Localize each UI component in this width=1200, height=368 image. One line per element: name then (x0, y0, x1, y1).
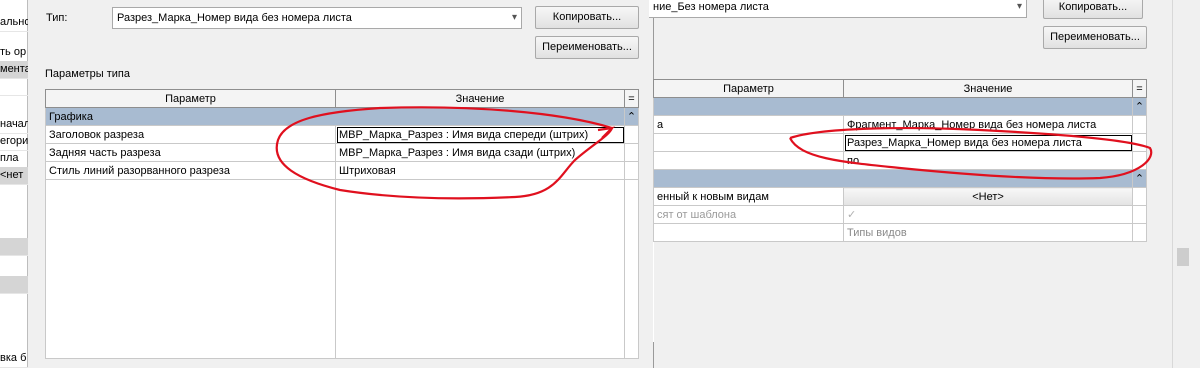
rename-button[interactable]: Переименовать... (1043, 26, 1147, 49)
table-row: а Фрагмент_Марка_Номер вида без номера л… (653, 115, 1147, 134)
param-value[interactable]: МВР_Марка_Разрез : Имя вида сзади (штрих… (335, 143, 625, 162)
list-item: егори (0, 133, 28, 151)
table-row: Стиль линий разорванного разреза Штрихов… (45, 161, 639, 180)
list-item: пла (0, 150, 28, 168)
param-value[interactable]: по (843, 151, 1133, 170)
list-item: начал (0, 116, 28, 134)
table-row: Заголовок разреза МВР_Марка_Разрез : Имя… (45, 125, 639, 144)
type-select-value: ние_Без номера листа (653, 1, 769, 13)
param-value[interactable]: Фрагмент_Марка_Номер вида без номера лис… (843, 115, 1133, 134)
column-header-value[interactable]: Значение (843, 79, 1133, 98)
background-type-properties-window: ние_Без номера листа ▾ Копировать... Пер… (649, 0, 1200, 368)
param-name: сят от шаблона (653, 205, 844, 224)
group-row[interactable]: ⌃ (653, 97, 1147, 116)
column-header-value[interactable]: Значение (335, 89, 625, 108)
list-item: вка б (0, 350, 28, 368)
param-name: Заголовок разреза (45, 125, 336, 144)
group-row-graphics[interactable]: Графика ⌃ (45, 107, 639, 126)
param-name (653, 133, 844, 152)
type-select[interactable]: ние_Без номера листа ▾ (649, 0, 1027, 18)
table-row: сят от шаблона ✓ (653, 205, 1147, 224)
chevron-down-icon[interactable]: ▾ (512, 8, 517, 28)
rename-button[interactable]: Переименовать... (535, 36, 639, 59)
type-parameters-table: Параметр Значение = Графика ⌃ Заголовок … (45, 89, 639, 359)
list-item: ть ор (0, 44, 28, 62)
collapse-icon[interactable]: ⌃ (624, 107, 639, 126)
param-name: Задняя часть разреза (45, 143, 336, 162)
formula-cell[interactable] (1132, 115, 1147, 134)
group-row[interactable]: ⌃ (653, 169, 1147, 188)
column-header-equals[interactable]: = (1132, 79, 1147, 98)
table-row: енный к новым видам <Нет> (653, 187, 1147, 206)
scrollbar[interactable] (1172, 0, 1200, 368)
column-header-equals[interactable]: = (624, 89, 639, 108)
table-row: Задняя часть разреза МВР_Марка_Разрез : … (45, 143, 639, 162)
list-item (0, 78, 28, 96)
list-item: <нет (0, 167, 28, 185)
copy-button[interactable]: Копировать... (535, 6, 639, 29)
formula-cell[interactable] (624, 161, 639, 180)
list-item (0, 276, 28, 294)
scrollbar-thumb[interactable] (1177, 248, 1189, 266)
column-header-parameter[interactable]: Параметр (45, 89, 336, 108)
formula-cell[interactable] (624, 143, 639, 162)
list-item: ально (0, 14, 28, 32)
param-value-input[interactable]: МВР_Марка_Разрез : Имя вида спереди (штр… (335, 125, 625, 144)
table-row: Разрез_Марка_Номер вида без номера листа (653, 133, 1147, 152)
view-template-button[interactable]: <Нет> (843, 187, 1133, 206)
background-window-left-sliver: ально ть ор мента начал егори пла <нет в… (0, 0, 28, 368)
collapse-icon[interactable]: ⌃ (1132, 97, 1147, 116)
param-name (653, 151, 844, 170)
table-empty-area (45, 179, 639, 359)
type-properties-dialog: Тип: Разрез_Марка_Номер вида без номера … (28, 0, 654, 368)
collapse-icon[interactable]: ⌃ (1132, 169, 1147, 188)
list-item: мента (0, 61, 28, 79)
formula-cell[interactable] (1132, 133, 1147, 152)
type-parameters-label: Параметры типа (45, 68, 130, 80)
type-select-value: Разрез_Марка_Номер вида без номера листа (117, 12, 352, 24)
group-label: Графика (45, 107, 625, 126)
table-row: Типы видов (653, 223, 1147, 242)
type-select[interactable]: Разрез_Марка_Номер вида без номера листа… (112, 7, 522, 29)
table-empty-area (653, 241, 1147, 342)
list-item (0, 238, 28, 256)
param-name (653, 223, 844, 242)
table-header-row: Параметр Значение = (45, 89, 639, 108)
formula-cell[interactable] (1132, 151, 1147, 170)
formula-cell[interactable] (624, 125, 639, 144)
param-value: Типы видов (843, 223, 1133, 242)
checkbox[interactable]: ✓ (843, 205, 1133, 224)
param-name: Стиль линий разорванного разреза (45, 161, 336, 180)
type-label: Тип: (46, 12, 68, 24)
param-name: а (653, 115, 844, 134)
table-header-row: Параметр Значение = (653, 79, 1147, 98)
type-parameters-table: Параметр Значение = ⌃ а Фрагмент_Марка_Н… (653, 79, 1147, 342)
chevron-down-icon[interactable]: ▾ (1017, 0, 1022, 17)
copy-button[interactable]: Копировать... (1043, 0, 1143, 19)
param-value-input[interactable]: Разрез_Марка_Номер вида без номера листа (843, 133, 1133, 152)
column-header-parameter[interactable]: Параметр (653, 79, 844, 98)
table-row: по (653, 151, 1147, 170)
param-value[interactable]: Штриховая (335, 161, 625, 180)
param-name: енный к новым видам (653, 187, 844, 206)
